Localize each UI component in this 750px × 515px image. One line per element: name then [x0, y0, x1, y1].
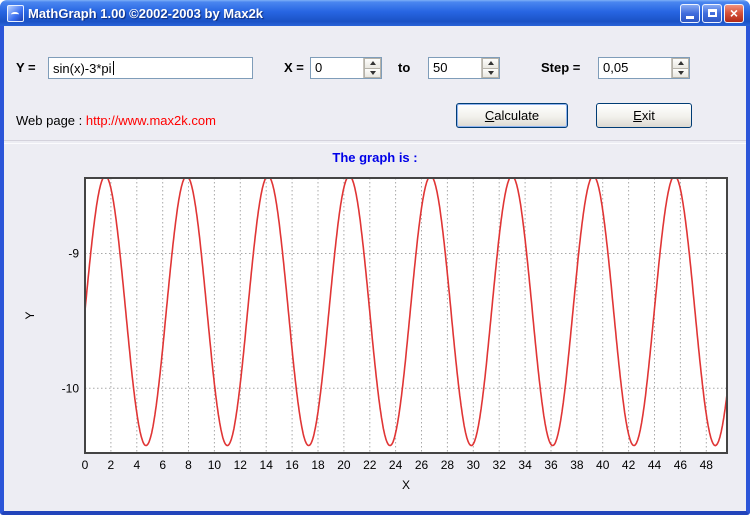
- y-expression-value: sin(x)-3*pi: [53, 60, 112, 76]
- svg-text:34: 34: [518, 458, 532, 472]
- svg-text:26: 26: [415, 458, 429, 472]
- y-tick-labels: -9 -10: [62, 247, 80, 396]
- svg-text:30: 30: [467, 458, 481, 472]
- webpage-link[interactable]: http://www.max2k.com: [86, 113, 216, 128]
- spin-up-icon: [677, 61, 684, 66]
- function-graph: 0 2 4 6 8 10 12 14 16 18 20 22 24 26 28 30 32 34 36 38 40 42 4…: [23, 177, 728, 492]
- maximize-icon: [707, 9, 717, 17]
- svg-text:48: 48: [700, 458, 714, 472]
- svg-text:6: 6: [159, 458, 166, 472]
- minimize-button[interactable]: [680, 3, 700, 23]
- spin-up-icon: [487, 61, 494, 66]
- svg-text:16: 16: [285, 458, 299, 472]
- svg-text:18: 18: [311, 458, 325, 472]
- svg-text:36: 36: [544, 458, 558, 472]
- step-spin-down[interactable]: [672, 68, 689, 78]
- window-controls: ×: [680, 3, 744, 23]
- svg-text:28: 28: [441, 458, 455, 472]
- svg-text:-9: -9: [68, 247, 79, 261]
- step-spin-up[interactable]: [672, 58, 689, 69]
- x-end-spin-buttons: [481, 58, 499, 78]
- x-start-spinner[interactable]: 0: [310, 57, 382, 79]
- spin-down-icon: [677, 70, 684, 75]
- y-axis-label: Y: [23, 311, 37, 319]
- x-end-spin-up[interactable]: [482, 58, 499, 69]
- plot-area: [85, 178, 727, 453]
- text-caret: [112, 61, 114, 75]
- step-spinner[interactable]: 0,05: [598, 57, 690, 79]
- svg-text:2: 2: [108, 458, 115, 472]
- to-label: to: [398, 60, 411, 75]
- y-label: Y =: [16, 60, 36, 75]
- app-window: MathGraph 1.00 ©2002-2003 by Max2k × Y =…: [0, 0, 750, 515]
- svg-text:10: 10: [208, 458, 222, 472]
- client-area: Y = sin(x)-3*pi X = 0 to 50 Step = 0,05: [4, 26, 746, 511]
- maximize-button[interactable]: [702, 3, 722, 23]
- x-end-spin-down[interactable]: [482, 68, 499, 78]
- svg-text:20: 20: [337, 458, 351, 472]
- svg-text:24: 24: [389, 458, 403, 472]
- spin-down-icon: [369, 70, 376, 75]
- x-start-spin-down[interactable]: [364, 68, 381, 78]
- svg-text:14: 14: [260, 458, 274, 472]
- separator-line: [4, 140, 746, 144]
- x-label: X =: [284, 60, 304, 75]
- svg-text:12: 12: [234, 458, 248, 472]
- svg-text:-10: -10: [62, 381, 80, 395]
- svg-text:42: 42: [622, 458, 636, 472]
- svg-text:38: 38: [570, 458, 584, 472]
- svg-text:40: 40: [596, 458, 610, 472]
- close-button[interactable]: ×: [724, 3, 744, 23]
- x-start-spin-buttons: [363, 58, 381, 78]
- exit-button[interactable]: Exit: [596, 103, 692, 128]
- webpage-label: Web page :: [16, 113, 83, 128]
- calculate-button[interactable]: Calculate: [456, 103, 568, 128]
- x-axis-label: X: [402, 478, 410, 492]
- x-end-value[interactable]: 50: [429, 58, 481, 78]
- svg-text:8: 8: [185, 458, 192, 472]
- svg-text:22: 22: [363, 458, 377, 472]
- webpage-line: Web page : http://www.max2k.com: [16, 110, 216, 132]
- x-end-spinner[interactable]: 50: [428, 57, 500, 79]
- graph-title: The graph is :: [332, 150, 418, 165]
- close-icon: ×: [729, 4, 739, 21]
- svg-text:46: 46: [674, 458, 688, 472]
- app-icon: [7, 4, 24, 22]
- window-title: MathGraph 1.00 ©2002-2003 by Max2k: [28, 5, 264, 21]
- title-bar[interactable]: MathGraph 1.00 ©2002-2003 by Max2k ×: [0, 0, 750, 26]
- step-label: Step =: [541, 60, 581, 75]
- step-value[interactable]: 0,05: [599, 58, 671, 78]
- spin-down-icon: [487, 70, 494, 75]
- minimize-icon: [686, 15, 694, 19]
- x-start-spin-up[interactable]: [364, 58, 381, 69]
- y-expression-input[interactable]: sin(x)-3*pi: [48, 57, 253, 79]
- svg-text:4: 4: [133, 458, 140, 472]
- step-spin-buttons: [671, 58, 689, 78]
- x-tick-labels: 0 2 4 6 8 10 12 14 16 18 20 22 24 26 28 30 32 34 36 38 40 42 4…: [82, 458, 714, 472]
- svg-text:44: 44: [648, 458, 662, 472]
- spin-up-icon: [369, 61, 376, 66]
- x-start-value[interactable]: 0: [311, 58, 363, 78]
- svg-text:32: 32: [493, 458, 507, 472]
- svg-text:0: 0: [82, 458, 89, 472]
